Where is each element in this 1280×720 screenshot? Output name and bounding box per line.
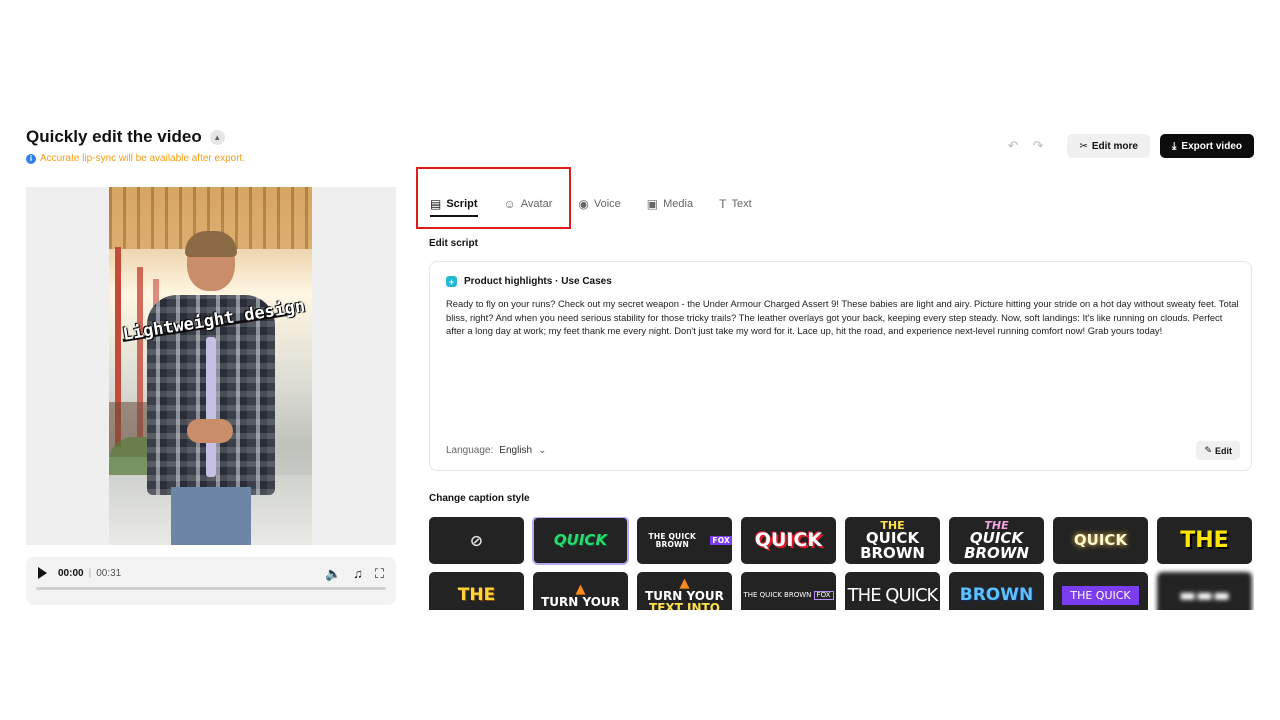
caption-style-grid: ⊘ QUICK THE QUICK BROWN FOX QUICK THE QU… xyxy=(429,517,1254,610)
caption-style-tile[interactable]: ▬▬▬ xyxy=(1157,572,1252,610)
video-frame[interactable]: Lightweight design xyxy=(109,187,312,545)
caption-style-sample-highlight: FOX xyxy=(710,535,732,546)
tiktok-icon[interactable]: ♫ xyxy=(353,566,363,582)
download-icon: ⤓ xyxy=(1172,140,1177,152)
caption-style-sample: BROWN xyxy=(959,585,1034,605)
edit-more-label: Edit more xyxy=(1091,140,1138,152)
page-title-text: Quickly edit the video xyxy=(26,127,202,146)
caption-style-heading: Change caption style xyxy=(429,493,530,504)
avatar-icon: ☺ xyxy=(503,197,516,211)
script-card: + Product highlights · Use Cases Ready t… xyxy=(429,261,1252,471)
play-icon[interactable] xyxy=(38,567,47,579)
caption-style-sample: QUICK xyxy=(754,529,823,551)
undo-redo-group: ↶ ↷ xyxy=(1008,138,1044,154)
redo-icon[interactable]: ↷ xyxy=(1033,138,1044,154)
player-icons: 🔈 ♫ ⛶ xyxy=(325,566,384,582)
avatar-prop xyxy=(206,337,216,477)
caption-style-sample-blurred: ▬▬▬ xyxy=(1178,584,1231,606)
export-video-button[interactable]: ⤓ Export video xyxy=(1160,134,1254,158)
caption-style-list: ⊘ QUICK THE QUICK BROWN FOX QUICK THE QU… xyxy=(429,517,1254,610)
caption-style-tile[interactable]: ▲ TURN YOUR xyxy=(533,572,628,610)
text-icon: T xyxy=(719,197,727,211)
caption-style-sample: QUICK xyxy=(1073,531,1128,549)
caption-style-sample: THE xyxy=(1180,527,1229,553)
undo-icon[interactable]: ↶ xyxy=(1008,138,1019,154)
caption-style-tile[interactable]: THE xyxy=(429,572,524,610)
caption-style-sample: BROWN xyxy=(860,544,925,562)
edit-script-button[interactable]: ✎ Edit xyxy=(1196,441,1240,460)
video-player-controls: 00:00 | 00:31 🔈 ♫ ⛶ xyxy=(26,557,396,605)
caption-style-sample: THE QUICK BROWN xyxy=(743,591,812,599)
avatar-hands xyxy=(187,419,233,443)
language-selector[interactable]: Language: English ⌄ xyxy=(446,445,546,456)
script-card-title: Product highlights · Use Cases xyxy=(464,276,612,287)
caption-style-tile[interactable]: QUICK xyxy=(1053,517,1148,564)
caption-style-sample: TEXT INTO xyxy=(649,601,720,610)
script-text[interactable]: Ready to fly on your runs? Check out my … xyxy=(446,297,1241,338)
caption-style-sample: THE QUICK BROWN xyxy=(648,532,697,549)
caption-style-tile[interactable]: QUICK xyxy=(532,517,629,565)
caption-style-none[interactable]: ⊘ xyxy=(429,517,524,564)
current-time: 00:00 xyxy=(58,568,84,579)
caption-style-sample-highlight: FOX xyxy=(813,591,834,600)
tab-script-label: Script xyxy=(446,198,478,210)
tab-voice-label: Voice xyxy=(593,198,621,210)
caption-style-tile[interactable]: THE QUICK BROWN xyxy=(949,517,1044,564)
caption-style-sample: THE QUICK xyxy=(847,584,939,606)
media-icon: ▣ xyxy=(646,197,659,211)
voice-icon: ◉ xyxy=(578,197,589,211)
avatar-beanie xyxy=(185,231,237,257)
caption-style-sample: BROWN xyxy=(964,544,1029,562)
scissors-icon: ✂ xyxy=(1079,140,1088,152)
tab-voice[interactable]: ◉ Voice xyxy=(578,193,620,215)
graduation-cap-icon[interactable]: ▲ xyxy=(209,129,225,145)
tab-script[interactable]: ▤ Script xyxy=(430,193,478,217)
tab-text[interactable]: T Text xyxy=(719,193,752,215)
lip-sync-notice: i Accurate lip-sync will be available af… xyxy=(26,153,245,164)
caption-style-sample: TURN YOUR xyxy=(541,595,620,609)
export-video-label: Export video xyxy=(1181,140,1242,152)
script-icon: ▤ xyxy=(430,197,442,211)
volume-icon[interactable]: 🔈 xyxy=(325,566,341,582)
caption-style-tile[interactable]: THE QUICK BROWN xyxy=(845,517,940,564)
duration: 00:31 xyxy=(96,568,122,579)
caption-style-tile[interactable]: ▲ TURN YOUR TEXT INTO xyxy=(637,572,732,610)
caption-style-tile[interactable]: BROWN xyxy=(949,572,1044,610)
caption-style-sample: THE xyxy=(457,585,496,605)
edit-script-label: Edit xyxy=(1215,445,1232,456)
tab-avatar-label: Avatar xyxy=(520,198,553,210)
info-icon: i xyxy=(26,153,36,164)
language-value: English xyxy=(499,445,533,456)
edit-script-heading: Edit script xyxy=(429,238,478,249)
pencil-icon: ✎ xyxy=(1204,445,1212,455)
top-actions: ↶ ↷ ✂ Edit more ⤓ Export video xyxy=(1008,134,1254,158)
fullscreen-icon[interactable]: ⛶ xyxy=(375,566,384,582)
caption-style-tile[interactable]: THE QUICK xyxy=(845,572,940,610)
caption-style-sample: THE QUICK xyxy=(1062,586,1139,605)
caption-style-tile[interactable]: QUICK xyxy=(741,517,836,564)
tab-text-label: Text xyxy=(731,198,752,210)
page-title: Quickly edit the video ▲ xyxy=(26,127,225,147)
video-preview: Lightweight design xyxy=(26,187,396,545)
avatar-jeans xyxy=(171,487,251,545)
edit-more-button[interactable]: ✂ Edit more xyxy=(1067,134,1150,158)
tab-media[interactable]: ▣ Media xyxy=(647,193,693,215)
plus-icon: + xyxy=(446,276,457,287)
time-separator: | xyxy=(88,568,92,579)
tab-avatar[interactable]: ☺ Avatar xyxy=(504,193,553,215)
tab-media-label: Media xyxy=(663,198,694,210)
progress-bar[interactable] xyxy=(36,587,386,590)
script-card-header: + Product highlights · Use Cases xyxy=(446,276,612,287)
caption-style-tile[interactable]: THE QUICK BROWN FOX xyxy=(741,572,836,610)
caption-style-tile[interactable]: THE QUICK BROWN FOX xyxy=(637,517,732,564)
caption-style-sample: QUICK xyxy=(553,531,608,549)
language-label: Language: xyxy=(446,445,494,456)
no-caption-icon: ⊘ xyxy=(469,530,484,550)
caption-style-tile[interactable]: THE QUICK xyxy=(1053,572,1148,610)
caption-style-tile[interactable]: THE xyxy=(1157,517,1252,564)
chevron-down-icon: ⌄ xyxy=(538,445,547,456)
editor-tabs: ▤ Script ☺ Avatar ◉ Voice ▣ Media T Text xyxy=(430,193,752,217)
time-display: 00:00 | 00:31 xyxy=(58,568,121,579)
notice-text: Accurate lip-sync will be available afte… xyxy=(40,153,246,164)
